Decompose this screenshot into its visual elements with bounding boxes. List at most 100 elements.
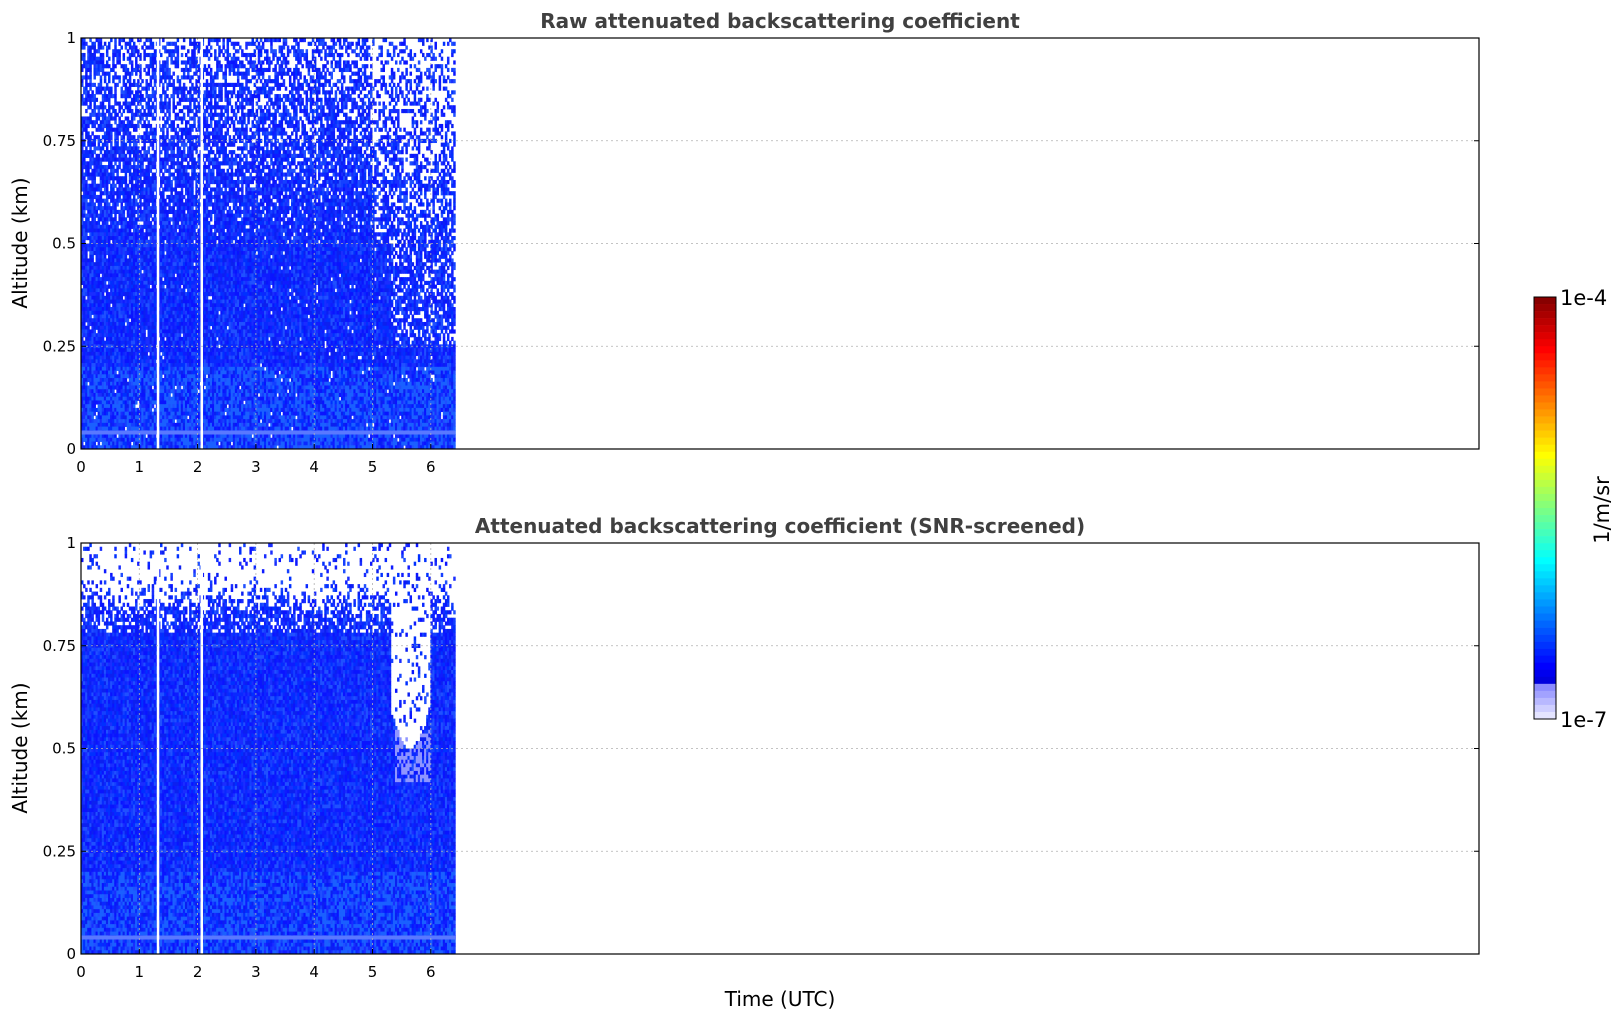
heat-cell	[132, 404, 136, 409]
heat-cell	[149, 79, 153, 84]
heat-cell	[162, 191, 165, 196]
heat-cell	[178, 101, 182, 106]
heat-cell	[172, 120, 175, 125]
heat-cell	[93, 202, 96, 207]
heat-cell	[122, 150, 126, 155]
heat-cell	[103, 41, 107, 46]
heat-cell	[149, 82, 153, 87]
heat-cell	[135, 127, 138, 132]
heat-cell	[116, 202, 119, 207]
heat-cell	[130, 108, 134, 114]
heat-cell	[99, 79, 103, 84]
heat-cell	[87, 168, 90, 173]
heat-cell	[114, 90, 117, 95]
heat-cell	[99, 187, 103, 192]
heat-cell	[120, 183, 123, 188]
heat-cell	[103, 280, 107, 285]
heat-cell	[97, 108, 101, 114]
heat-cell	[120, 112, 123, 117]
heat-cell	[149, 108, 153, 114]
heat-cell	[172, 79, 175, 84]
heat-cell	[162, 284, 165, 289]
heat-cell	[122, 426, 126, 431]
heat-cell	[128, 75, 132, 80]
heat-cell	[130, 179, 134, 185]
heat-cell	[87, 90, 90, 95]
heat-cell	[89, 135, 92, 140]
heat-cell	[168, 112, 171, 117]
heat-cell	[160, 355, 163, 360]
heat-cell	[162, 116, 165, 121]
heat-cell	[189, 90, 192, 95]
heat-cell	[153, 71, 157, 76]
heat-cell	[166, 135, 169, 140]
heat-cell	[110, 213, 113, 218]
heat-cell	[172, 101, 175, 106]
heat-cell	[132, 41, 136, 46]
heat-cell	[130, 60, 134, 65]
heat-cell	[128, 105, 132, 110]
heat-cell	[116, 224, 119, 229]
heat-cell	[153, 172, 157, 177]
heat-cell	[120, 45, 123, 50]
heat-cell	[83, 38, 86, 43]
heat-cell	[105, 146, 109, 151]
heat-cell	[172, 82, 175, 87]
heat-cell	[85, 146, 88, 151]
heat-cell	[99, 161, 103, 166]
heat-cell	[153, 198, 157, 203]
heat-cell	[112, 56, 115, 61]
heat-cell	[143, 56, 146, 61]
heat-cell	[189, 105, 192, 110]
heat-cell	[85, 198, 88, 203]
heat-cell	[166, 213, 169, 218]
heat-cell	[151, 404, 155, 409]
heat-cell	[135, 105, 138, 110]
heat-cell	[176, 38, 180, 43]
heat-cell	[166, 56, 169, 61]
heat-cell	[105, 221, 109, 226]
heat-cell	[164, 97, 167, 102]
heat-cell	[182, 71, 186, 76]
heat-cell	[145, 351, 148, 356]
heat-cell	[141, 165, 144, 170]
heat-cell	[153, 161, 157, 166]
heat-cell	[172, 52, 175, 58]
heat-cell	[187, 71, 190, 76]
heat-cell	[112, 105, 115, 110]
heat-cell	[147, 101, 151, 106]
heat-cell	[166, 127, 169, 132]
heat-cell	[172, 94, 175, 99]
heat-cell	[118, 79, 121, 84]
heat-cell	[108, 101, 111, 106]
heat-cell	[95, 209, 99, 215]
heat-cell	[105, 168, 109, 173]
heat-cell	[132, 116, 136, 121]
heat-cell	[178, 385, 182, 390]
heat-cell	[143, 108, 146, 114]
heat-cell	[122, 38, 126, 43]
heat-cell	[149, 123, 153, 129]
heat-cell	[93, 45, 96, 50]
heat-cell	[164, 45, 167, 50]
heat-cell	[176, 221, 180, 226]
heat-cell	[153, 116, 157, 121]
heat-cell	[135, 60, 138, 65]
heat-cell	[99, 82, 103, 87]
heat-cell	[105, 198, 109, 203]
heat-cell	[108, 45, 111, 50]
heat-cell	[93, 94, 96, 99]
heat-cell	[130, 120, 134, 125]
heat-cell	[180, 191, 184, 196]
heat-cell	[110, 90, 113, 95]
heat-cell	[91, 198, 94, 203]
heat-cell	[172, 108, 175, 114]
heat-cell	[166, 150, 169, 155]
heat-cell	[182, 138, 186, 144]
heat-cell	[114, 41, 117, 46]
heat-cell	[108, 79, 111, 84]
heat-cell	[166, 94, 169, 99]
heat-cell	[184, 157, 188, 162]
heat-cell	[126, 318, 130, 323]
heat-cell	[153, 56, 157, 61]
